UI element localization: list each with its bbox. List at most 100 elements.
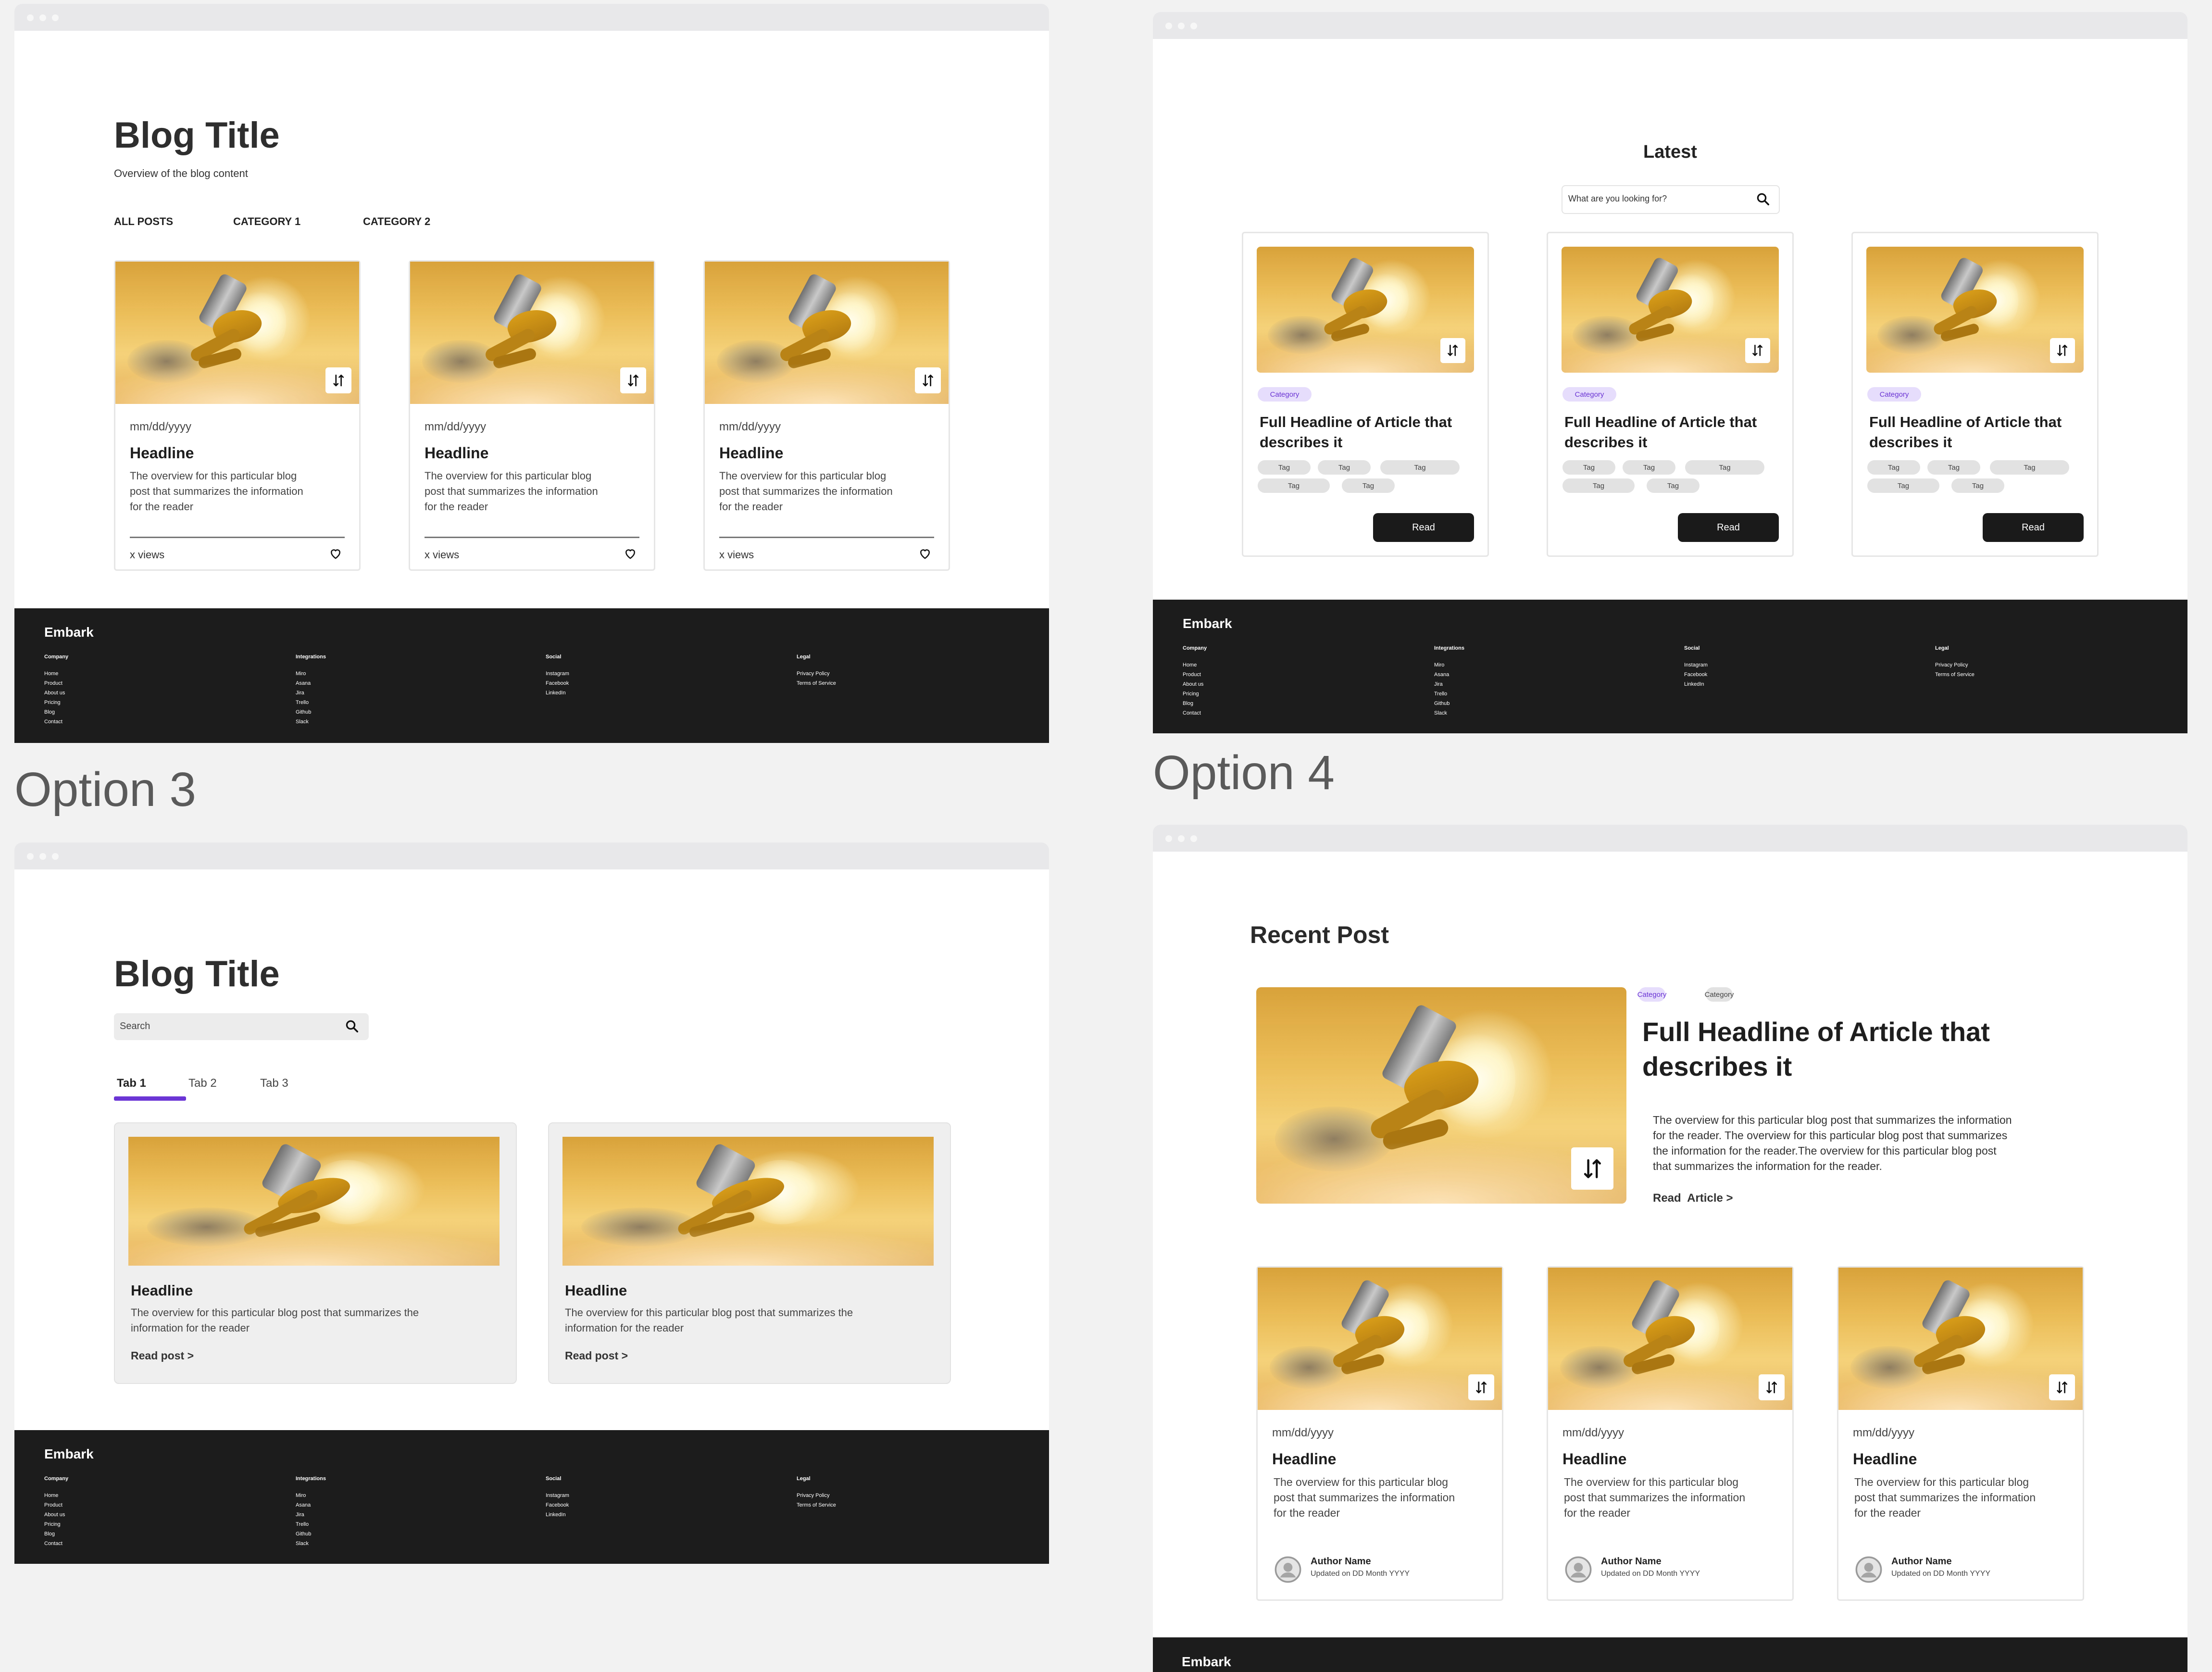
footer-link[interactable]: Product (44, 680, 62, 686)
footer-link[interactable]: Github (1434, 701, 1450, 706)
search-bar[interactable]: What are you looking for? (1562, 185, 1780, 214)
blog-card[interactable]: mm/dd/yyyy Headline The overview for thi… (703, 260, 950, 571)
heart-icon[interactable] (918, 546, 932, 561)
post-headline[interactable]: Headline (719, 444, 783, 462)
post-headline[interactable]: Full Headline of Article that describes … (1564, 412, 1757, 453)
footer-brand[interactable]: Embark (44, 1446, 94, 1462)
tag-pill[interactable]: Tag (1562, 460, 1615, 475)
post-headline[interactable]: Full Headline of Article that describes … (1869, 412, 2062, 453)
footer-link[interactable]: About us (1183, 681, 1203, 687)
category-pill[interactable]: Category (1637, 987, 1666, 1002)
footer-link[interactable]: Home (44, 1493, 58, 1498)
footer-link[interactable]: Miro (1434, 662, 1444, 668)
footer-link[interactable]: Privacy Policy (797, 1493, 829, 1498)
footer-link[interactable]: Github (296, 709, 311, 715)
footer-link[interactable]: Facebook (1684, 672, 1707, 678)
footer-link[interactable]: Product (1183, 672, 1201, 678)
read-article-link[interactable]: Read Article > (1653, 1192, 1733, 1205)
footer-link[interactable]: Miro (296, 1493, 306, 1498)
footer-link[interactable]: Asana (296, 680, 311, 686)
footer-link[interactable]: Slack (296, 1541, 309, 1546)
read-button[interactable]: Read (1373, 513, 1474, 542)
footer-link[interactable]: Slack (1434, 710, 1447, 716)
footer-link[interactable]: Blog (1183, 701, 1193, 706)
tag-pill[interactable]: Tag (1562, 478, 1635, 493)
author-name[interactable]: Author Name (1891, 1556, 1952, 1567)
footer-link[interactable]: Instagram (546, 671, 569, 677)
footer-link[interactable]: Jira (1434, 681, 1443, 687)
swap-icon[interactable] (325, 367, 351, 393)
tag-pill[interactable]: Tag (1380, 460, 1460, 475)
category-pill[interactable]: Category (1705, 987, 1734, 1002)
tag-pill[interactable]: Tag (1927, 460, 1980, 475)
swap-icon[interactable] (2050, 338, 2075, 363)
footer-link[interactable]: Jira (296, 690, 304, 696)
blog-card[interactable]: Headline The overview for this particula… (114, 1122, 517, 1384)
blog-card[interactable]: mm/dd/yyyy Headline The overview for thi… (1547, 1266, 1794, 1601)
footer-link[interactable]: About us (44, 690, 65, 696)
nav-all-posts[interactable]: ALL POSTS (114, 215, 173, 228)
post-headline[interactable]: Headline (1562, 1450, 1626, 1468)
footer-link[interactable]: Trello (1434, 691, 1447, 697)
footer-link[interactable]: Home (44, 671, 58, 677)
category-pill[interactable]: Category (1867, 387, 1921, 402)
tab-2[interactable]: Tab 2 (188, 1077, 217, 1090)
footer-link[interactable]: LinkedIn (1684, 681, 1704, 687)
footer-link[interactable]: Pricing (1183, 691, 1199, 697)
tag-pill[interactable]: Tag (1990, 460, 2069, 475)
tag-pill[interactable]: Tag (1342, 478, 1395, 493)
footer-link[interactable]: Trello (296, 1521, 309, 1527)
footer-link[interactable]: Home (1183, 662, 1197, 668)
footer-link[interactable]: Asana (296, 1502, 311, 1508)
read-button[interactable]: Read (1983, 513, 2084, 542)
footer-link[interactable]: LinkedIn (546, 1512, 566, 1518)
footer-brand[interactable]: Embark (44, 625, 94, 640)
footer-link[interactable]: Jira (296, 1512, 304, 1518)
tag-pill[interactable]: Tag (1647, 478, 1700, 493)
blog-card[interactable]: mm/dd/yyyy Headline The overview for thi… (1256, 1266, 1503, 1601)
blog-card[interactable]: mm/dd/yyyy Headline The overview for thi… (114, 260, 361, 571)
read-button[interactable]: Read (1678, 513, 1779, 542)
footer-link[interactable]: Contact (44, 1541, 62, 1546)
category-pill[interactable]: Category (1258, 387, 1312, 402)
post-headline[interactable]: Headline (130, 444, 194, 462)
swap-icon[interactable] (1440, 338, 1465, 363)
footer-link[interactable]: Slack (296, 719, 309, 725)
tag-pill[interactable]: Tag (1685, 460, 1764, 475)
blog-card[interactable]: Headline The overview for this particula… (548, 1122, 951, 1384)
tab-3[interactable]: Tab 3 (260, 1077, 288, 1090)
search-input[interactable]: Search (120, 1021, 150, 1032)
search-bar[interactable]: Search (114, 1013, 369, 1040)
footer-link[interactable]: Miro (296, 671, 306, 677)
swap-icon[interactable] (915, 367, 941, 393)
footer-link[interactable]: Asana (1434, 672, 1449, 678)
article-card[interactable]: Category Full Headline of Article that d… (1242, 232, 1489, 557)
swap-icon[interactable] (2049, 1374, 2075, 1400)
footer-link[interactable]: Facebook (546, 680, 569, 686)
tag-pill[interactable]: Tag (1318, 460, 1371, 475)
swap-icon[interactable] (620, 367, 646, 393)
footer-link[interactable]: LinkedIn (546, 690, 566, 696)
article-card[interactable]: Category Full Headline of Article that d… (1547, 232, 1794, 557)
search-input[interactable]: What are you looking for? (1568, 194, 1667, 204)
footer-link[interactable]: Pricing (44, 700, 61, 705)
footer-link[interactable]: Instagram (546, 1493, 569, 1498)
article-card[interactable]: Category Full Headline of Article that d… (1851, 232, 2099, 557)
post-headline[interactable]: Headline (1853, 1450, 1917, 1468)
category-pill[interactable]: Category (1562, 387, 1616, 402)
swap-icon[interactable] (1759, 1374, 1785, 1400)
tag-pill[interactable]: Tag (1258, 460, 1311, 475)
footer-link[interactable]: Pricing (44, 1521, 61, 1527)
footer-link[interactable]: Blog (44, 1531, 55, 1537)
footer-link[interactable]: Terms of Service (797, 1502, 836, 1508)
heart-icon[interactable] (328, 546, 343, 561)
footer-link[interactable]: About us (44, 1512, 65, 1518)
footer-link[interactable]: Terms of Service (797, 680, 836, 686)
footer-link[interactable]: Instagram (1684, 662, 1708, 668)
heart-icon[interactable] (623, 546, 637, 561)
read-post-link[interactable]: Read post > (565, 1349, 628, 1362)
nav-category-2[interactable]: CATEGORY 2 (363, 215, 430, 228)
footer-link[interactable]: Privacy Policy (1935, 662, 1968, 668)
post-headline[interactable]: Headline (565, 1282, 627, 1299)
author-name[interactable]: Author Name (1601, 1556, 1662, 1567)
